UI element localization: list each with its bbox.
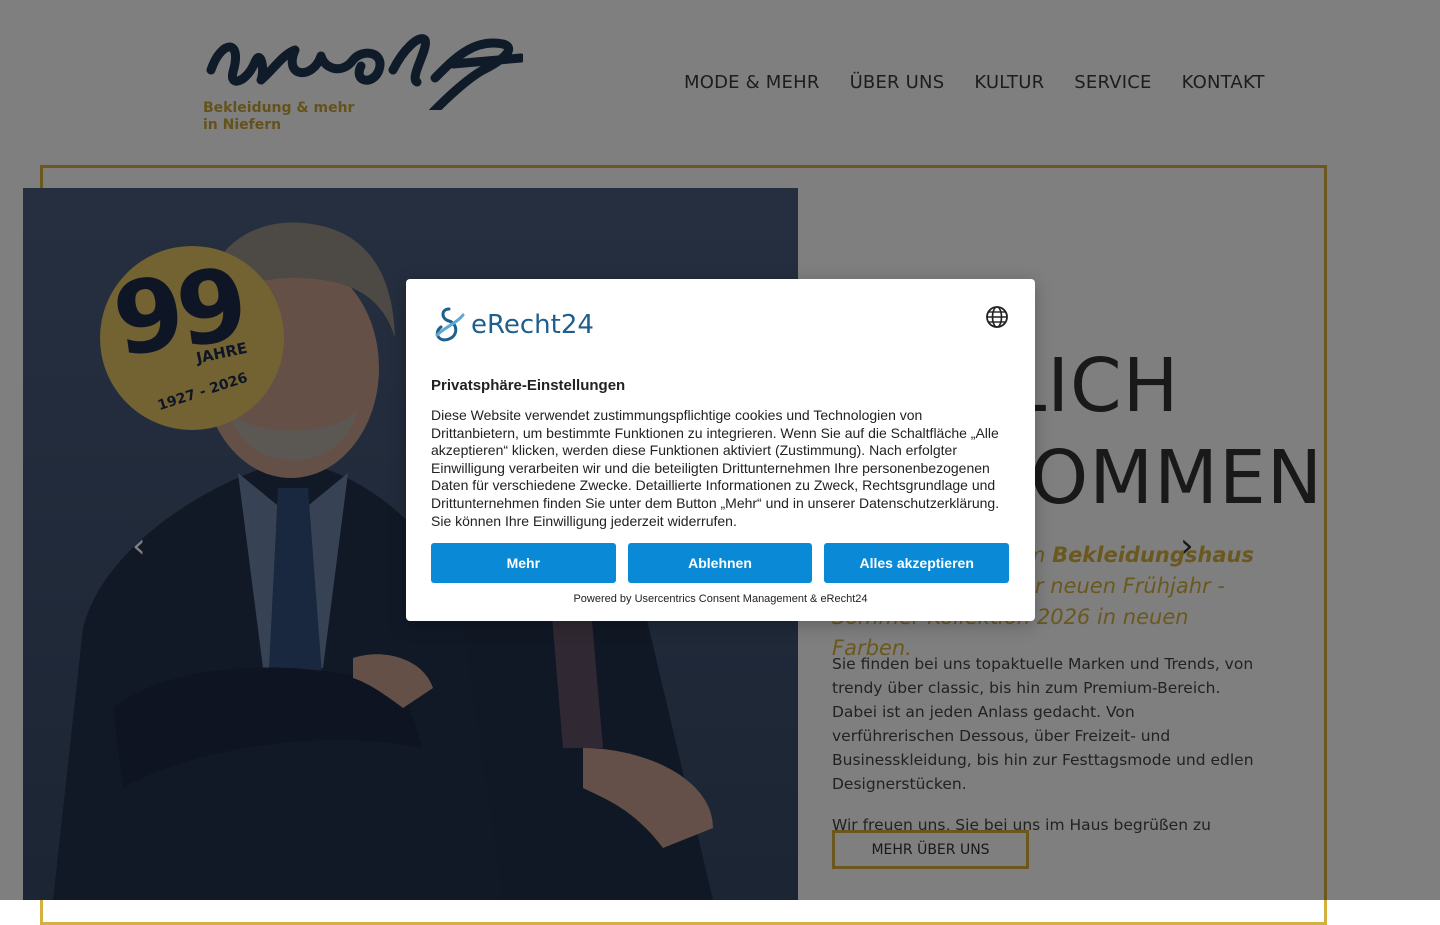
- erecht24-logo: eRecht24: [431, 305, 594, 345]
- consent-buttons: Mehr Ablehnen Alles akzeptieren: [431, 543, 1010, 583]
- decline-button[interactable]: Ablehnen: [627, 543, 813, 583]
- globe-icon[interactable]: [985, 305, 1009, 329]
- erecht24-brand: eRecht24: [471, 310, 594, 340]
- more-button[interactable]: Mehr: [431, 543, 616, 583]
- consent-title: Privatsphäre-Einstellungen: [431, 377, 626, 394]
- powered-by-text: Powered by Usercentrics Consent Manageme…: [573, 593, 868, 605]
- consent-text: Diese Website verwendet zustimmungspflic…: [431, 407, 1000, 529]
- accept-all-button[interactable]: Alles akzeptieren: [824, 543, 1010, 583]
- consent-dialog: eRecht24 Privatsphäre-Einstellungen Dies…: [406, 279, 1035, 621]
- erecht24-mark-icon: [435, 307, 465, 342]
